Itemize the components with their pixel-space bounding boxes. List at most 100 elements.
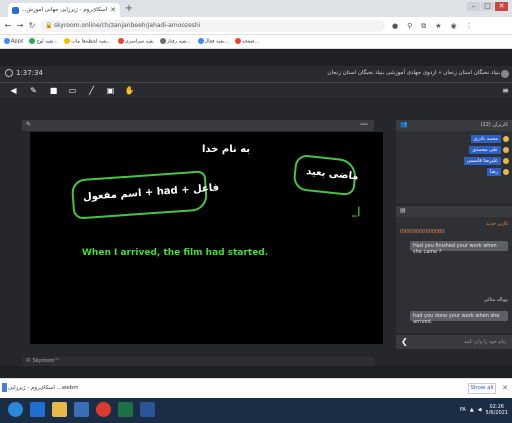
chat-messages: کاربر جدید 09009000000080 Had you finish… [396, 217, 512, 333]
media-toolbar: ◀ ✎ ■ ▭ ╱ ▣ ✋ ≡ [0, 83, 512, 98]
network-icon[interactable]: ▲ [470, 407, 474, 413]
tray-clock[interactable]: 02:26 5/6/2021 [486, 404, 508, 416]
internet-explorer-icon[interactable] [30, 402, 45, 417]
user-name: رضا [486, 167, 501, 176]
participants-header: 👥 کاربران (22) [396, 120, 512, 131]
maximize-button[interactable]: □ [481, 2, 494, 11]
show-all-button[interactable]: Show all [468, 383, 496, 394]
windows-taskbar: FA ▲ ◀ 02:26 5/6/2021 [0, 398, 512, 423]
bookmark-item[interactable]: بقیه فعال... [197, 38, 229, 45]
star-icon[interactable]: ★ [435, 21, 441, 31]
bookmark-icon [29, 38, 36, 45]
start-button[interactable] [8, 402, 23, 417]
camera-icon[interactable]: ● [392, 21, 398, 31]
translate-icon[interactable]: ⧉ [421, 21, 426, 31]
screen-share-icon[interactable]: ▭ [67, 85, 78, 96]
volume-icon[interactable]: ◀ [478, 407, 482, 413]
new-tab-button[interactable]: + [123, 3, 135, 15]
menu-icon[interactable]: ≡ [500, 85, 511, 96]
pen-icon[interactable]: ✎ [26, 121, 31, 128]
whiteboard-canvas[interactable]: به نام خدا اسم مفعول + had + فاعل ماضی ب… [30, 132, 383, 344]
tab-close-icon[interactable]: ✕ [110, 6, 116, 14]
bismillah-heading: به نام خدا [202, 144, 251, 155]
bookmarks-bar: Apps بقیه لوح... بقیه لحظه‌ها مات... بقی… [0, 35, 512, 49]
file-explorer-icon[interactable] [52, 402, 67, 417]
tab-title: اسکای‌روم - ژیرزایی جهانی آموزش... [22, 7, 108, 13]
browser-tab-bar: اسکای‌روم - ژیرزایی جهانی آموزش... ✕ + –… [0, 0, 512, 17]
bookmark-icon [64, 38, 71, 45]
clock-icon [5, 69, 13, 77]
chat-message: Had you finished your work when she came… [410, 241, 508, 255]
speaker-icon[interactable]: ◀ [8, 85, 19, 96]
raise-hand-icon[interactable]: ✋ [124, 85, 135, 96]
url-field[interactable]: 🔒 skyroom.online/ch/zanjanbeeh/jahadi-am… [40, 20, 385, 32]
chat-sender: پوپاله مثالی [483, 297, 508, 303]
camera-icon[interactable]: ■ [48, 85, 59, 96]
send-icon[interactable]: ❮ [401, 337, 408, 346]
close-window-button[interactable]: ✕ [495, 2, 508, 11]
past-perfect-formula: اسم مفعول + had + فاعل [82, 182, 220, 203]
session-timer: 1:37:34 [5, 69, 43, 77]
room-logo-icon [501, 70, 509, 78]
address-bar-row: ← → ↻ 🔒 skyroom.online/ch/zanjanbeeh/jah… [0, 17, 512, 35]
chat-message: had you done your work when she arrived. [410, 311, 508, 325]
past-perfect-label: ماضی بعید [305, 166, 360, 183]
downloaded-file[interactable]: اسکای‌روم - ژیرزایی ...webm [8, 385, 79, 391]
skyroom-favicon-icon [12, 6, 19, 14]
word-icon[interactable] [140, 402, 155, 417]
chrome-icon[interactable] [96, 402, 111, 417]
formula-box: اسم مفعول + had + فاعل [70, 170, 219, 220]
close-shelf-icon[interactable]: ✕ [502, 384, 508, 392]
pen-mark: _| [352, 206, 361, 217]
timer-value: 1:37:34 [16, 69, 43, 77]
file-share-icon[interactable]: ▣ [105, 85, 116, 96]
list-item[interactable]: محمد نادری [470, 134, 509, 143]
user-icon [503, 168, 509, 175]
apps-grid-icon [4, 38, 10, 45]
minimize-button[interactable]: – [467, 2, 480, 11]
account-icon[interactable]: ◉ [451, 21, 457, 31]
participants-count: کاربران (22) [480, 122, 508, 128]
reload-icon[interactable]: ↻ [27, 21, 37, 31]
menu-icon[interactable]: ⋮ [466, 21, 473, 31]
language-indicator[interactable]: FA [460, 407, 466, 413]
room-title: بنیاد نخبگان استان زنجان » اردوی جهادی آ… [327, 70, 500, 76]
lock-icon: 🔒 [45, 22, 53, 29]
whiteboard-footer: © Skyroom™ [22, 357, 374, 366]
chat-input[interactable]: پیام خود را وارد کنید [464, 339, 506, 345]
users-icon: 👥 [400, 121, 408, 128]
whiteboard-pen-icon[interactable]: ╱ [86, 85, 97, 96]
user-icon [503, 135, 509, 142]
list-item[interactable]: علی محمدی [469, 145, 509, 154]
window-controls: – □ ✕ [467, 2, 508, 11]
forward-arrow-icon[interactable]: → [15, 21, 25, 31]
list-item[interactable]: علیرضا قاسمی [463, 156, 509, 165]
excel-icon[interactable] [118, 402, 133, 417]
list-item[interactable]: رضا [486, 167, 509, 176]
file-icon [2, 383, 7, 392]
apps-bookmark[interactable]: Apps [4, 38, 23, 45]
bookmark-item[interactable]: بقیه رفتار... [159, 38, 192, 45]
tense-box: ماضی بعید [292, 153, 360, 197]
user-name: علیرضا قاسمی [463, 156, 501, 165]
bookmark-item[interactable]: بقیه سراسری [117, 38, 154, 45]
download-shelf: اسکای‌روم - ژیرزایی ...webm Show all ✕ [0, 378, 512, 398]
bookmark-item[interactable]: صفحه... [234, 38, 259, 45]
browser-tab[interactable]: اسکای‌روم - ژیرزایی جهانی آموزش... ✕ [8, 3, 120, 17]
bookmark-item[interactable]: بقیه لحظه‌ها مات... [64, 38, 112, 45]
microphone-icon[interactable]: ✎ [28, 85, 39, 96]
bookmark-icon [117, 38, 124, 45]
media-player-icon[interactable] [74, 402, 89, 417]
bookmark-item[interactable]: بقیه لوح... [29, 38, 58, 45]
back-arrow-icon[interactable]: ← [3, 21, 13, 31]
bookmark-icon [159, 38, 166, 45]
url-text: skyroom.online/ch/zanjanbeeh/jahadi-amoo… [54, 22, 201, 29]
chat-icon: ▤ [400, 207, 406, 214]
system-tray: FA ▲ ◀ 02:26 5/6/2021 [460, 404, 508, 416]
chat-header: ▤ [396, 206, 512, 217]
key-icon[interactable]: ⚲ [407, 21, 412, 31]
whiteboard-header: ✎ تخته [22, 120, 374, 131]
user-icon [503, 146, 509, 153]
chat-phone: 09009000000080 [400, 229, 445, 235]
extension-icons: ● ⚲ ⧉ ★ ◉ ⋮ [392, 21, 473, 31]
